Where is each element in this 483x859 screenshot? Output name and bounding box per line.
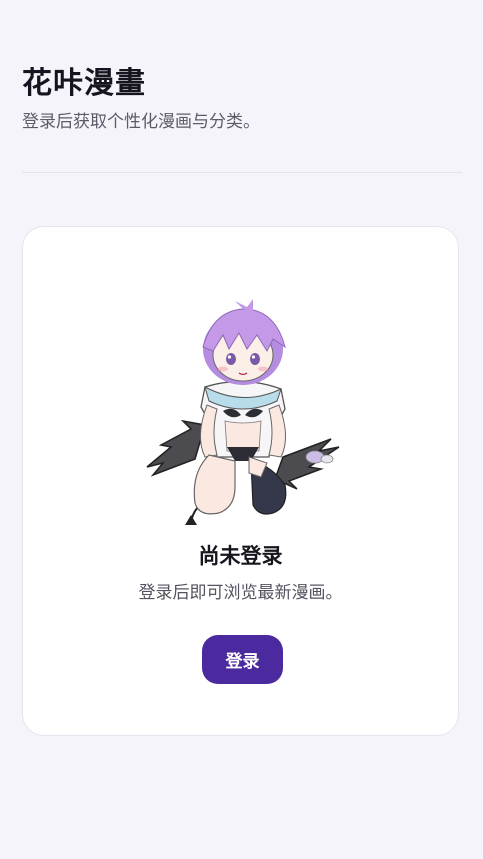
page-header: 花咔漫畫 登录后获取个性化漫画与分类。 [22,64,462,134]
page-title: 花咔漫畫 [22,66,146,101]
page-subtitle: 登录后获取个性化漫画与分类。 [22,112,260,132]
login-button[interactable]: 登录 [202,635,283,684]
empty-state-title: 尚未登录 [198,544,283,568]
login-empty-state-card: 尚未登录 登录后即可浏览最新漫画。 登录 [22,226,459,736]
header-divider [22,172,462,173]
chibi-character-illustration [146,299,340,525]
empty-state-description: 登录后即可浏览最新漫画。 [138,583,343,603]
